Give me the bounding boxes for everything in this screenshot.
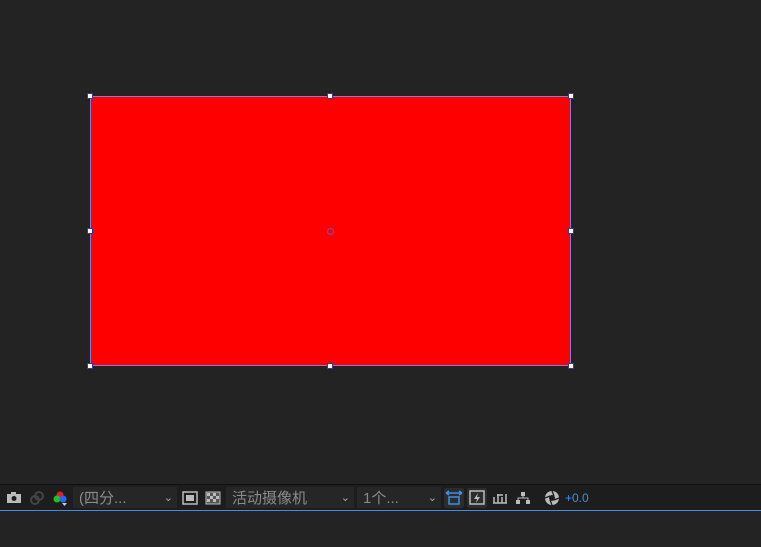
transparency-grid-icon[interactable] [203,488,223,508]
chevron-down-icon: ⌄ [427,492,437,504]
panel-bottom-area [0,512,761,547]
transform-handle-right[interactable] [568,228,574,234]
camera-view-value: 活动摄像机 [232,490,308,507]
transform-handle-top-right[interactable] [568,93,574,99]
chevron-down-icon: ⌄ [340,492,350,504]
flowchart-icon[interactable] [513,488,533,508]
channel-rgb-icon[interactable] [50,488,70,508]
show-snapshot-icon[interactable] [27,488,47,508]
view-layout-value: 1个... [363,490,399,507]
exposure-value[interactable]: +0.0 [565,491,589,505]
resolution-value: (四分... [79,490,127,507]
transform-handle-bottom-right[interactable] [568,363,574,369]
transform-handle-bottom-left[interactable] [87,363,93,369]
transform-handle-top[interactable] [327,93,333,99]
view-layout-dropdown[interactable]: 1个... ⌄ [357,487,441,508]
viewer-toolbar: (四分... ⌄ 活动摄像机 ⌄ 1个... ⌄ +0.0 [0,484,761,511]
transform-handle-left[interactable] [87,228,93,234]
composition-viewer[interactable] [0,0,761,483]
chevron-down-icon: ⌄ [163,492,173,504]
transform-handle-bottom[interactable] [327,363,333,369]
anchor-point-icon[interactable] [327,228,334,235]
snapshot-camera-icon[interactable] [4,488,24,508]
camera-view-dropdown[interactable]: 活动摄像机 ⌄ [226,487,354,508]
resolution-dropdown[interactable]: (四分... ⌄ [73,487,177,508]
reset-exposure-icon[interactable] [542,488,562,508]
fast-previews-icon[interactable] [467,487,487,508]
region-of-interest-icon[interactable] [180,488,200,508]
transform-handle-top-left[interactable] [87,93,93,99]
toggle-pixel-aspect-icon[interactable] [444,487,464,508]
timeline-icon[interactable] [490,488,510,508]
